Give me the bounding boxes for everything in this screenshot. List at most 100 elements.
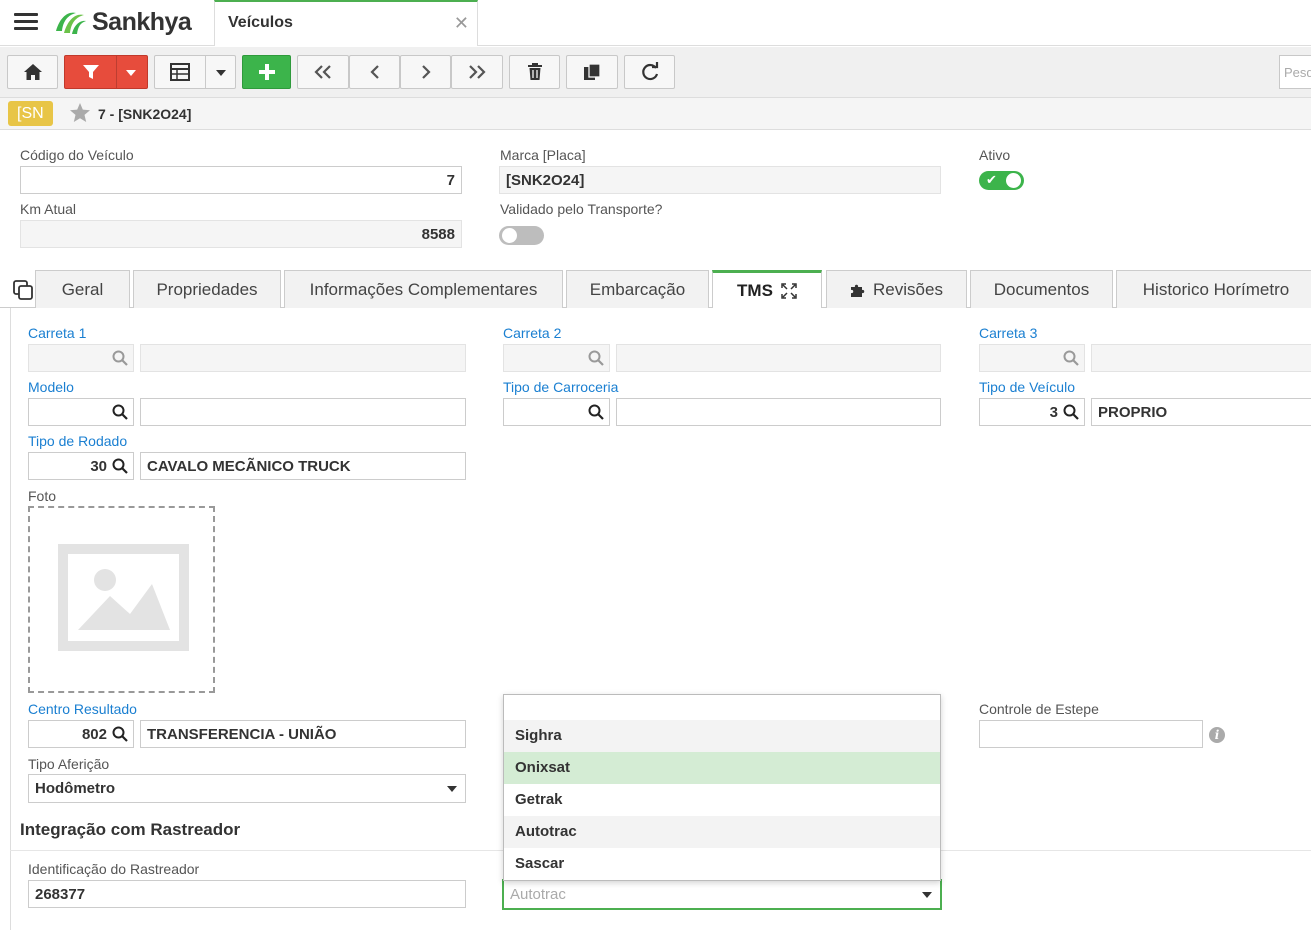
filter-icon (83, 65, 99, 79)
chevron-right-icon (421, 65, 431, 79)
record-header: [SN 7 - [SNK2O24] (0, 98, 1311, 130)
modelo-code-field[interactable] (28, 398, 134, 426)
filter-button[interactable] (64, 55, 148, 89)
tab-tms-label: TMS (737, 281, 773, 300)
carreta1-code-field[interactable] (28, 344, 134, 372)
rastreador-select[interactable]: Autotrac (502, 879, 942, 910)
menu-icon[interactable] (14, 13, 38, 31)
tipo-afericao-select[interactable]: Hodômetro (28, 774, 466, 803)
record-tag-badge: [SN (8, 101, 53, 126)
close-tab-icon[interactable]: ✕ (454, 13, 469, 34)
record-title: 7 - [SNK2O24] (98, 106, 192, 122)
carreta1-desc-field[interactable] (140, 344, 466, 372)
search-icon[interactable] (1063, 350, 1079, 366)
photo-upload-area[interactable] (28, 506, 215, 693)
dropdown-option-empty[interactable] (504, 695, 940, 720)
carreta2-code-field[interactable] (503, 344, 610, 372)
tipo-carroceria-label: Tipo de Carroceria (503, 379, 619, 395)
chevron-left-icon (369, 65, 379, 79)
tab-propriedades[interactable]: Propriedades (133, 270, 281, 308)
toolbar (0, 47, 1311, 98)
tipo-afericao-label: Tipo Aferição (28, 756, 110, 772)
grid-view-button[interactable] (154, 55, 236, 89)
ativo-label: Ativo (979, 147, 1011, 163)
tab-strip: Geral Propriedades Informações Complemen… (0, 270, 1311, 309)
quick-search-input[interactable]: Pesq (1279, 55, 1311, 89)
modelo-desc-field[interactable] (140, 398, 466, 426)
ativo-toggle[interactable]: ✔ (979, 171, 1024, 190)
tipo-rodado-code-field[interactable]: 30 (28, 452, 134, 480)
id-rastreador-field[interactable]: 268377 (28, 880, 466, 908)
dropdown-option-onixsat[interactable]: Onixsat (504, 752, 940, 784)
rastreador-select-value: Autotrac (510, 886, 566, 903)
search-icon[interactable] (588, 404, 604, 420)
centro-resultado-desc-field[interactable]: TRANSFERENCIA - UNIÃO (140, 720, 466, 748)
search-icon[interactable] (588, 350, 604, 366)
km-label: Km Atual (20, 201, 77, 217)
tab-revisoes[interactable]: Revisões (826, 270, 967, 308)
centro-resultado-label: Centro Resultado (28, 701, 137, 717)
codigo-field[interactable]: 7 (20, 166, 462, 194)
delete-button[interactable] (509, 55, 560, 89)
double-chevron-left-icon (314, 65, 331, 79)
grid-dropdown-caret-icon[interactable] (216, 70, 226, 76)
centro-resultado-code-field[interactable]: 802 (28, 720, 134, 748)
validado-toggle[interactable] (499, 226, 544, 245)
carreta3-label: Carreta 3 (979, 325, 1038, 341)
rastreador-dropdown-list: Sighra Onixsat Getrak Autotrac Sascar (503, 694, 941, 881)
sankhya-logo-icon (56, 12, 86, 34)
carreta3-desc-field[interactable] (1091, 344, 1311, 372)
tab-historico-horimetro[interactable]: Historico Horímetro (1116, 270, 1311, 308)
tab-documentos[interactable]: Documentos (970, 270, 1113, 308)
foto-label: Foto (28, 488, 57, 504)
chevron-down-icon (922, 892, 932, 898)
tipo-rodado-label: Tipo de Rodado (28, 433, 128, 449)
filter-dropdown-caret-icon[interactable] (126, 70, 136, 76)
open-screen-tab[interactable]: Veículos ✕ (214, 0, 478, 46)
refresh-button[interactable] (624, 55, 675, 89)
search-icon[interactable] (1063, 404, 1079, 420)
tipo-veiculo-desc-field[interactable]: PROPRIO (1091, 398, 1311, 426)
search-icon[interactable] (112, 404, 128, 420)
search-icon[interactable] (112, 726, 128, 742)
next-record-button[interactable] (400, 55, 451, 89)
copy-tabs-icon[interactable] (13, 280, 33, 300)
previous-record-button[interactable] (349, 55, 400, 89)
tipo-carroceria-code-field[interactable] (503, 398, 610, 426)
marca-field[interactable]: [SNK2O24] (499, 166, 941, 194)
chevron-down-icon (447, 786, 457, 792)
top-bar: Sankhya Veículos ✕ (0, 0, 1311, 46)
tipo-veiculo-label: Tipo de Veículo (979, 379, 1075, 395)
dropdown-option-sighra[interactable]: Sighra (504, 720, 940, 752)
favorite-star-icon[interactable] (69, 102, 91, 124)
search-icon[interactable] (112, 458, 128, 474)
dropdown-option-getrak[interactable]: Getrak (504, 784, 940, 816)
home-icon (23, 64, 42, 80)
duplicate-button[interactable] (566, 55, 618, 89)
tipo-carroceria-desc-field[interactable] (616, 398, 941, 426)
km-field[interactable]: 8588 (20, 220, 462, 248)
tab-tms[interactable]: TMS (712, 270, 822, 309)
tipo-rodado-desc-field[interactable]: CAVALO MECÃNICO TRUCK (140, 452, 466, 480)
tab-informacoes-complementares[interactable]: Informações Complementares (284, 270, 563, 308)
add-button[interactable] (242, 55, 291, 89)
tab-embarcacao[interactable]: Embarcação (566, 270, 709, 308)
home-button[interactable] (7, 55, 58, 89)
last-record-button[interactable] (451, 55, 503, 89)
validado-label: Validado pelo Transporte? (500, 201, 663, 217)
info-icon[interactable]: i (1209, 727, 1225, 743)
carreta2-label: Carreta 2 (503, 325, 562, 341)
tipo-veiculo-code-field[interactable]: 3 (979, 398, 1085, 426)
estepe-field[interactable] (979, 720, 1203, 748)
puzzle-icon (851, 284, 865, 297)
dropdown-option-autotrac[interactable]: Autotrac (504, 816, 940, 848)
carreta3-code-field[interactable] (979, 344, 1085, 372)
brand-logo: Sankhya (52, 5, 192, 39)
expand-icon[interactable] (781, 283, 797, 299)
carreta2-desc-field[interactable] (616, 344, 941, 372)
double-chevron-right-icon (469, 65, 486, 79)
search-icon[interactable] (112, 350, 128, 366)
first-record-button[interactable] (297, 55, 349, 89)
dropdown-option-sascar[interactable]: Sascar (504, 848, 940, 880)
tab-geral[interactable]: Geral (35, 270, 130, 308)
